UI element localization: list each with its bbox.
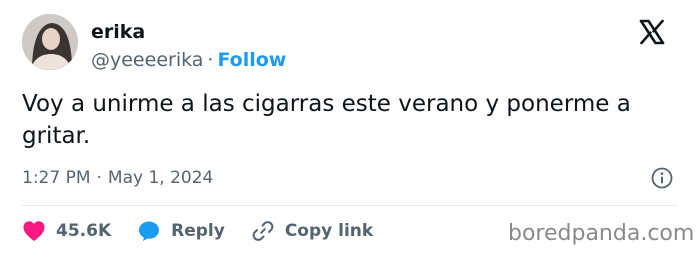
- author-handle-row: @yeeeerika · Follow: [91, 48, 286, 72]
- link-icon: [252, 221, 274, 241]
- action-bar: 45.6K Reply Copy link: [22, 216, 399, 246]
- reply-button[interactable]: Reply: [137, 219, 225, 243]
- info-icon[interactable]: [650, 166, 674, 190]
- timestamp-separator: ·: [96, 168, 102, 188]
- follow-button[interactable]: Follow: [217, 49, 286, 71]
- reply-bubble-icon: [139, 221, 160, 241]
- tweet-timestamp[interactable]: 1:27 PM · May 1, 2024: [22, 166, 213, 190]
- watermark: boredpanda.com: [508, 221, 695, 246]
- tweet-text: Voy a unirme a las cigarras este verano …: [22, 91, 631, 149]
- copy-link-button[interactable]: Copy link: [251, 219, 373, 243]
- divider: [22, 205, 678, 206]
- heart-icon: [23, 221, 45, 241]
- like-count: 45.6K: [56, 221, 112, 241]
- copy-link-label: Copy link: [284, 221, 374, 241]
- tweet-date: May 1, 2024: [107, 168, 214, 188]
- handle-separator: ·: [207, 49, 214, 71]
- reply-label: Reply: [171, 221, 225, 241]
- x-logo-icon[interactable]: [638, 18, 666, 46]
- tweet-time: 1:27 PM: [22, 168, 91, 188]
- author-handle[interactable]: @yeeeerika: [91, 49, 203, 71]
- like-button[interactable]: 45.6K: [22, 220, 111, 242]
- author-name[interactable]: erika: [91, 20, 145, 44]
- avatar[interactable]: [22, 14, 78, 70]
- tweet-card: erika @yeeeerika · Follow Voy a unirme a l…: [0, 0, 700, 256]
